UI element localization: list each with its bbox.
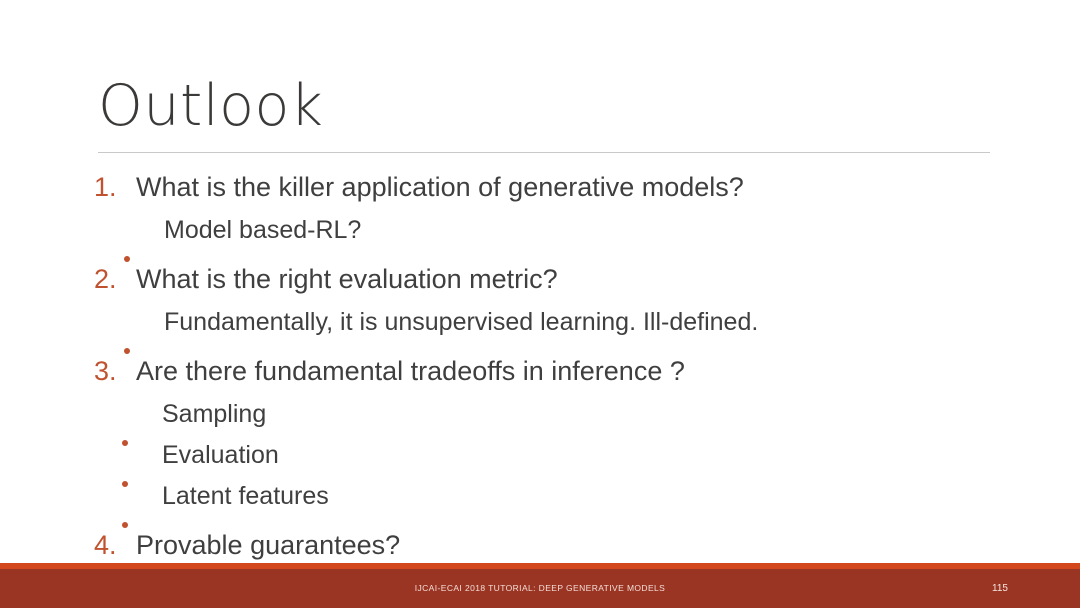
list-item-label: What is the killer application of genera… [136, 172, 744, 202]
list-marker-number: 4. [94, 530, 117, 560]
list-item: Evaluation [94, 435, 994, 487]
list-item: Fundamentally, it is unsupervised learni… [94, 302, 994, 354]
list-item: 4. Provable guarantees? [94, 522, 994, 568]
list-item-label: Fundamentally, it is unsupervised learni… [164, 308, 759, 336]
list-item-label: Are there fundamental tradeoffs in infer… [136, 356, 685, 386]
list-item-label: What is the right evaluation metric? [136, 264, 558, 294]
list-item: 3. Are there fundamental tradeoffs in in… [94, 348, 994, 394]
list-item-label: Latent features [162, 482, 329, 510]
title-divider [98, 152, 990, 153]
list-item-label: Model based-RL? [164, 216, 362, 244]
page-title: Outlook [98, 73, 324, 139]
list-item: Sampling [94, 394, 994, 446]
presentation-slide: Outlook 1. What is the killer applicatio… [0, 0, 1080, 608]
list-item: 1. What is the killer application of gen… [94, 164, 994, 210]
list-item: 2. What is the right evaluation metric? [94, 256, 994, 302]
list-marker-number: 3. [94, 356, 117, 386]
list-marker-number: 1. [94, 172, 117, 202]
list-item-label: Provable guarantees? [136, 530, 401, 560]
slide-number: 115 [992, 583, 1008, 594]
list-item-label: Evaluation [162, 441, 279, 469]
slide-footer: IJCAI-ECAI 2018 TUTORIAL: DEEP GENERATIV… [0, 563, 1080, 608]
list-item: Model based-RL? [94, 210, 994, 262]
list-item: Latent features [94, 476, 994, 528]
list-marker-number: 2. [94, 264, 117, 294]
list-item-label: Sampling [162, 400, 267, 428]
footer-title: IJCAI-ECAI 2018 TUTORIAL: DEEP GENERATIV… [414, 583, 666, 593]
slide-body-list: 1. What is the killer application of gen… [94, 164, 994, 568]
